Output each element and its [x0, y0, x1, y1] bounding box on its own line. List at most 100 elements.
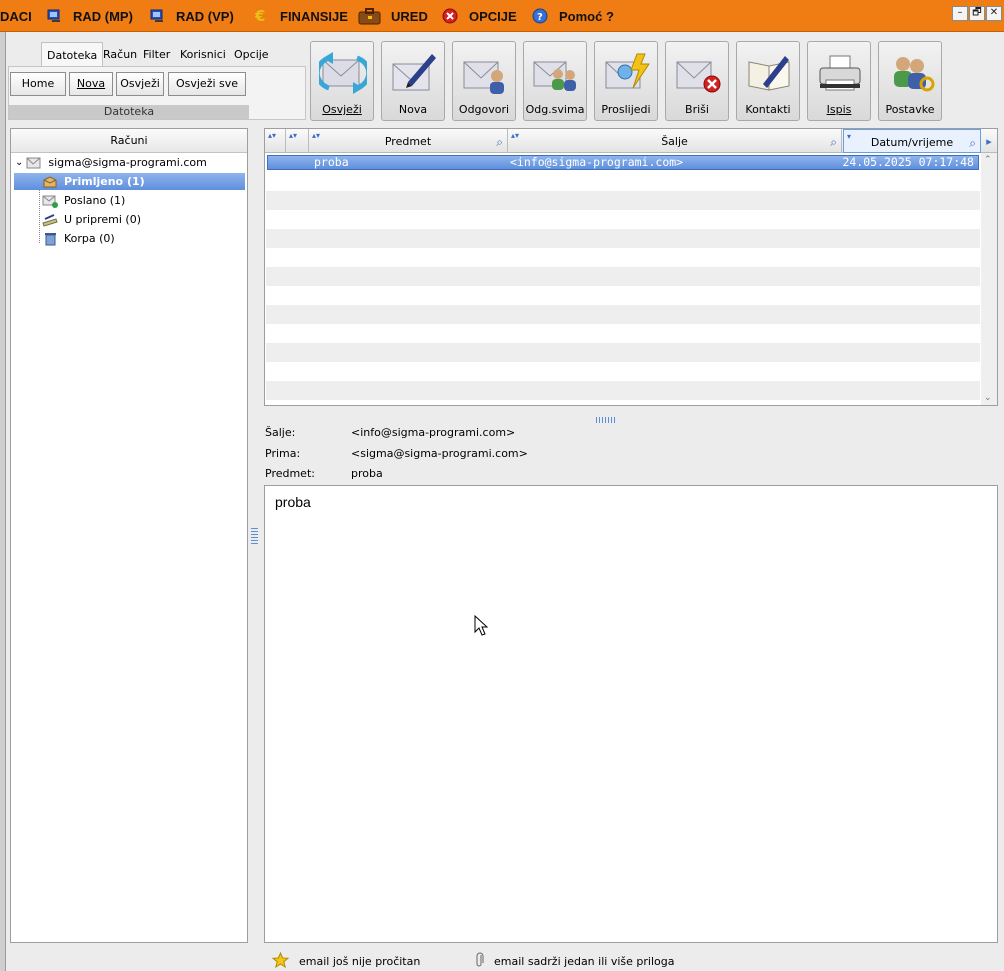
paperclip-icon	[476, 952, 484, 971]
folder-inbox[interactable]: Primljeno (1)	[14, 173, 245, 190]
column-date[interactable]: ▾ Datum/vrijeme ⌕	[843, 129, 981, 153]
briefcase-icon	[358, 7, 382, 25]
tab-opcije[interactable]: Opcije	[229, 42, 274, 66]
chevron-down-icon[interactable]: ⌄	[15, 154, 23, 171]
folder-trash[interactable]: Korpa (0)	[42, 230, 115, 247]
toolbar-settings-button[interactable]: Postavke	[878, 41, 942, 121]
sort-icon: ▴▾	[268, 131, 277, 140]
message-subject: proba	[314, 155, 349, 169]
menu-item-opcije[interactable]: OPCIJE	[442, 7, 517, 25]
menu-item-rad-vp[interactable]: RAD (VP)	[149, 7, 234, 25]
search-icon[interactable]: ⌕	[969, 130, 976, 156]
main-menubar: DACI RAD (MP) RAD (VP) € FINANSIJE URED …	[0, 0, 1004, 32]
toolbar-reply-button[interactable]: Odgovori	[452, 41, 516, 121]
accounts-panel: Računi ⌄ sigma@sigma-programi.com Primlj…	[10, 128, 248, 943]
sent-icon	[42, 194, 58, 208]
message-list: ▴▾ ▴▾ ▴▾ Predmet ⌕ ▴▾ Šalje ⌕ ▾ Datum/vr…	[264, 128, 998, 406]
tab-korisnici[interactable]: Korisnici	[175, 42, 231, 66]
folder-drafts[interactable]: U pripremi (0)	[42, 211, 141, 228]
subject-value: proba	[351, 467, 383, 480]
to-value: <sigma@sigma-programi.com>	[351, 447, 528, 460]
empty-row	[266, 286, 980, 305]
mouse-cursor-icon	[474, 614, 489, 637]
help-icon: ?	[532, 7, 550, 25]
legend-attachment: email sadrži jedan ili više priloga	[476, 952, 674, 971]
home-button[interactable]: Home	[10, 72, 66, 96]
sort-icon: ▴▾	[289, 131, 298, 140]
star-icon	[271, 951, 290, 971]
new-mail-icon	[390, 48, 438, 98]
column-attachment[interactable]: ▴▾	[286, 129, 309, 153]
new-button[interactable]: Nova	[69, 72, 113, 96]
toolbar-reply-all-button[interactable]: Odg.svima	[523, 41, 587, 121]
menu-item-ured[interactable]: URED	[358, 7, 428, 25]
horizontal-splitter[interactable]	[595, 413, 617, 423]
toolbar-contacts-button[interactable]: Kontakti	[736, 41, 800, 121]
toolbar-forward-button[interactable]: Proslijedi	[594, 41, 658, 121]
message-list-header: ▴▾ ▴▾ ▴▾ Predmet ⌕ ▴▾ Šalje ⌕ ▾ Datum/vr…	[265, 129, 997, 153]
toolbar-print-button[interactable]: Ispis	[807, 41, 871, 121]
scroll-up-icon[interactable]: ⌃	[984, 155, 992, 165]
message-body-panel[interactable]: proba	[264, 485, 998, 943]
sort-icon: ▴▾	[511, 131, 520, 140]
vertical-splitter[interactable]	[251, 526, 258, 548]
reply-icon	[461, 48, 509, 98]
empty-row	[266, 305, 980, 324]
inbox-icon	[42, 175, 58, 189]
message-date: 24.05.2025 07:17:48	[842, 155, 974, 169]
reply-all-icon	[532, 48, 580, 98]
vertical-scrollbar[interactable]: ⌃ ⌄	[981, 153, 997, 405]
minimize-button[interactable]: –	[952, 6, 968, 21]
message-body-text: proba	[275, 494, 311, 510]
empty-row	[266, 362, 980, 381]
toolbar-new-button[interactable]: Nova	[381, 41, 445, 121]
close-button[interactable]: ✕	[986, 6, 1002, 21]
menu-item-finansije[interactable]: € FINANSIJE	[253, 7, 348, 25]
monitor-icon	[46, 7, 64, 25]
search-icon[interactable]: ⌕	[830, 129, 837, 155]
column-subject[interactable]: ▴▾ Predmet ⌕	[309, 129, 508, 153]
column-chooser-icon[interactable]: ▸	[981, 129, 997, 153]
settings-users-icon	[887, 48, 935, 98]
subject-label: Predmet:	[265, 467, 315, 480]
folder-sent[interactable]: Poslano (1)	[42, 192, 125, 209]
message-row[interactable]: proba <info@sigma-programi.com> 24.05.20…	[267, 155, 979, 170]
empty-row	[266, 210, 980, 229]
svg-text:€: €	[254, 7, 265, 25]
refresh-all-button[interactable]: Osvježi sve	[168, 72, 246, 96]
search-icon[interactable]: ⌕	[496, 129, 503, 155]
delete-mail-icon	[674, 48, 722, 98]
menu-item-pomoc[interactable]: ? Pomoć ?	[532, 7, 614, 25]
refresh-button[interactable]: Osvježi	[116, 72, 164, 96]
forward-icon	[603, 48, 651, 98]
empty-row	[266, 381, 980, 400]
monitor-icon	[149, 7, 167, 25]
account-node[interactable]: ⌄ sigma@sigma-programi.com	[15, 154, 207, 171]
euro-icon: €	[253, 7, 271, 25]
svg-text:?: ?	[537, 12, 543, 23]
window-left-edge	[0, 32, 6, 971]
red-x-icon	[442, 7, 460, 25]
scroll-down-icon[interactable]: ⌄	[984, 393, 992, 403]
empty-row	[266, 172, 980, 191]
column-unread[interactable]: ▴▾	[265, 129, 286, 153]
toolbar-delete-button[interactable]: Briši	[665, 41, 729, 121]
ribbon-tab-panel: Home Nova Osvježi Osvježi sve Datoteka	[8, 66, 306, 120]
restore-button[interactable]: 🗗	[969, 6, 985, 21]
empty-row	[266, 267, 980, 286]
menu-item-daci[interactable]: DACI	[0, 7, 32, 25]
drafts-icon	[42, 213, 58, 227]
toolbar-refresh-button[interactable]: Osvježi	[310, 41, 374, 121]
column-from[interactable]: ▴▾ Šalje ⌕	[508, 129, 842, 153]
tab-filter[interactable]: Filter	[138, 42, 175, 66]
ribbon-group-caption: Datoteka	[9, 105, 249, 119]
from-label: Šalje:	[265, 426, 296, 439]
tab-datoteka[interactable]: Datoteka	[41, 42, 104, 66]
message-from: <info@sigma-programi.com>	[510, 155, 684, 169]
trash-icon	[42, 232, 58, 246]
empty-row	[266, 248, 980, 267]
menu-item-rad-mp[interactable]: RAD (MP)	[46, 7, 133, 25]
from-value: <info@sigma-programi.com>	[351, 426, 516, 439]
tab-racun[interactable]: Račun	[98, 42, 142, 66]
mail-account-icon	[26, 156, 42, 170]
